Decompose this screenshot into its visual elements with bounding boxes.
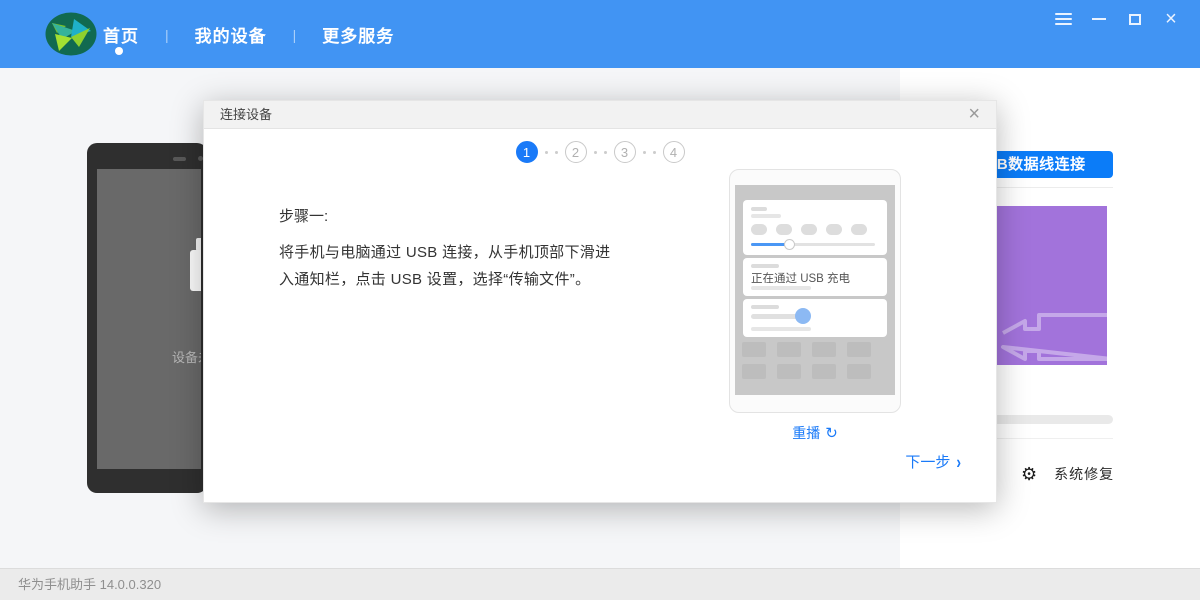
- app-version-text: 华为手机助手 14.0.0.320: [18, 569, 161, 600]
- close-window-button[interactable]: ×: [1160, 9, 1182, 29]
- app-tile: [812, 342, 836, 357]
- phone-illustration: 正在通过 USB 充电: [729, 169, 901, 413]
- placeholder-bar: [751, 264, 779, 268]
- usb-notification-card: 正在通过 USB 充电: [743, 258, 887, 296]
- connect-device-dialog: 连接设备 × 1 2 3 4 步骤一: 将手机与电脑通过 USB 连接，从手机顶…: [203, 100, 997, 503]
- device-phone-graphic: 设备未连接: [87, 143, 207, 493]
- toggle-dot: [751, 224, 767, 235]
- video-icon: [999, 311, 1107, 363]
- step-gap-dot: [594, 151, 597, 154]
- step-gap-dot: [604, 151, 607, 154]
- app-tile: [742, 342, 766, 357]
- usb-charging-text: 正在通过 USB 充电: [751, 270, 850, 286]
- next-step-button[interactable]: 下一步 ›: [905, 451, 961, 472]
- app-tile: [742, 364, 766, 379]
- step-title: 步骤一:: [279, 205, 328, 226]
- system-repair-label: 系统修复: [1054, 464, 1114, 484]
- quick-settings-card: [743, 200, 887, 255]
- illustration-screen: 正在通过 USB 充电: [735, 185, 895, 395]
- nav-my-devices[interactable]: 我的设备: [195, 22, 267, 47]
- main-area: 设备未连接 USB数据线连接 ⚙ 系统修复 连接设备 × 1: [0, 68, 1200, 568]
- replay-button[interactable]: 重播 ↻: [729, 423, 901, 443]
- step-indicator: 1 2 3 4: [204, 141, 996, 163]
- minimize-button[interactable]: [1088, 9, 1110, 29]
- step-4-circle: 4: [663, 141, 685, 163]
- hamburger-icon: [1055, 13, 1072, 25]
- toggle-dot: [801, 224, 817, 235]
- device-status-text: 设备未连接: [172, 347, 201, 366]
- nav-home[interactable]: 首页: [103, 22, 139, 47]
- toggle-dot: [776, 224, 792, 235]
- menu-button[interactable]: [1052, 9, 1074, 29]
- minimize-icon: [1092, 18, 1106, 20]
- quick-settings-icons: [751, 224, 867, 235]
- nav-more-services[interactable]: 更多服务: [322, 22, 394, 47]
- placeholder-bar: [751, 286, 811, 290]
- toggle-dot: [851, 224, 867, 235]
- placeholder-bar: [751, 207, 767, 211]
- maximize-icon: [1129, 14, 1141, 25]
- app-tile: [812, 364, 836, 379]
- step-2-circle: 2: [565, 141, 587, 163]
- active-nav-indicator: [115, 47, 123, 55]
- hisuite-logo-icon: [45, 12, 97, 56]
- nav-separator: |: [165, 27, 169, 43]
- app-tile: [777, 342, 801, 357]
- replay-label: 重播: [792, 423, 820, 443]
- instruction-text: 将手机与电脑通过 USB 连接，从手机顶部下滑进: [279, 241, 749, 262]
- close-icon: ×: [1165, 10, 1177, 28]
- next-step-label: 下一步: [905, 451, 950, 472]
- slider-knob: [784, 239, 795, 250]
- hisuite-window: 首页 | 我的设备 | 更多服务 × 设备未连接: [0, 0, 1200, 600]
- placeholder-bar: [751, 214, 781, 218]
- app-tile: [777, 364, 801, 379]
- nav-separator: |: [293, 27, 297, 43]
- phone-screen: 设备未连接: [97, 169, 201, 469]
- title-bar: 首页 | 我的设备 | 更多服务 ×: [0, 0, 1200, 68]
- app-tile: [847, 364, 871, 379]
- step-3-circle: 3: [614, 141, 636, 163]
- main-nav: 首页 | 我的设备 | 更多服务: [103, 22, 394, 47]
- placeholder-bar: [751, 305, 779, 309]
- gear-icon: ⚙: [1021, 464, 1037, 484]
- status-bar: 华为手机助手 14.0.0.320: [0, 568, 1200, 600]
- step-gap-dot: [643, 151, 646, 154]
- window-controls: ×: [1052, 9, 1182, 29]
- dialog-close-button[interactable]: ×: [964, 101, 984, 127]
- app-grid: [742, 342, 871, 379]
- tap-indicator-dot: [795, 308, 811, 324]
- dialog-title: 连接设备: [220, 101, 272, 129]
- placeholder-bar: [751, 327, 811, 331]
- usb-options-card: [743, 299, 887, 337]
- maximize-button[interactable]: [1124, 9, 1146, 29]
- chevron-right-icon: ›: [956, 451, 961, 472]
- step-gap-dot: [653, 151, 656, 154]
- toggle-dot: [826, 224, 842, 235]
- step-1-circle: 1: [516, 141, 538, 163]
- system-repair-button[interactable]: ⚙ 系统修复: [1021, 464, 1114, 484]
- refresh-icon: ↻: [825, 424, 838, 442]
- app-tile: [847, 342, 871, 357]
- instruction-text: 入通知栏，点击 USB 设置，选择“传输文件”。: [279, 268, 749, 289]
- phone-speaker: [173, 157, 186, 161]
- step-gap-dot: [545, 151, 548, 154]
- usb-plug-icon: [190, 250, 201, 291]
- dialog-header: 连接设备 ×: [204, 101, 996, 129]
- step-gap-dot: [555, 151, 558, 154]
- brightness-slider: [751, 243, 875, 246]
